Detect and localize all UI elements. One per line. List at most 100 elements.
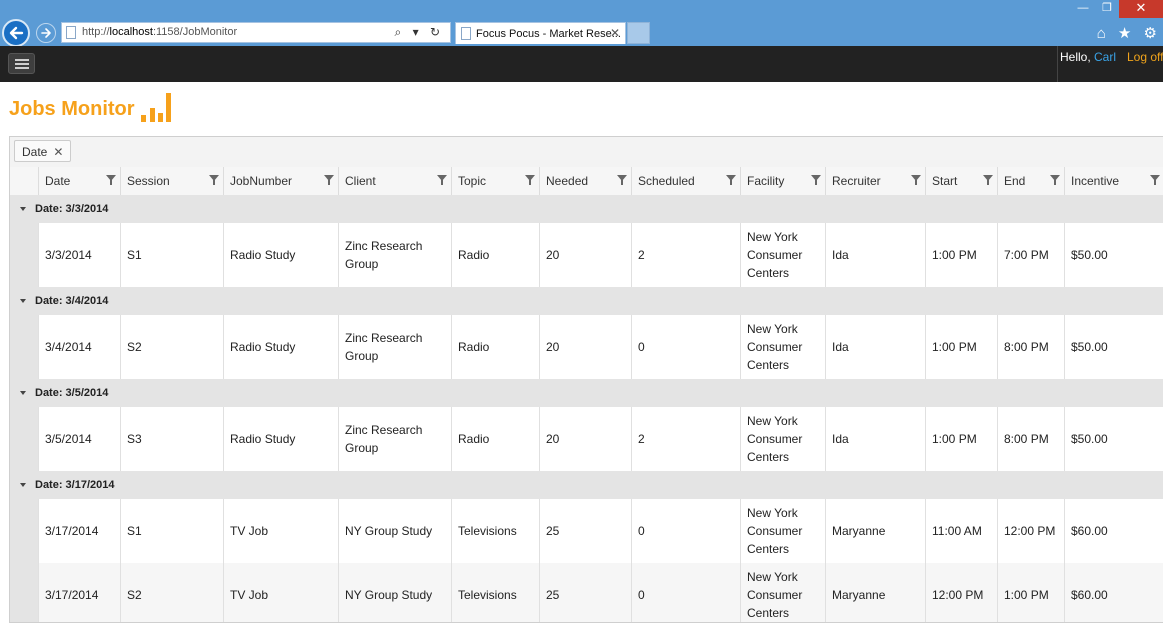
- cell-needed[interactable]: 20: [539, 407, 631, 471]
- cell-scheduled[interactable]: 2: [631, 407, 740, 471]
- cell-client[interactable]: NY Group Study: [338, 499, 451, 563]
- filter-icon[interactable]: [811, 175, 821, 185]
- filter-icon[interactable]: [983, 175, 993, 185]
- cell-end[interactable]: 8:00 PM: [997, 315, 1064, 379]
- cell-recruiter[interactable]: Maryanne: [825, 499, 925, 563]
- column-header-date[interactable]: Date: [38, 167, 120, 195]
- cell-facility[interactable]: New York Consumer Centers: [740, 315, 825, 379]
- cell-incentive[interactable]: $60.00: [1064, 499, 1163, 563]
- collapse-arrow-icon[interactable]: [20, 483, 26, 487]
- cell-date[interactable]: 3/17/2014: [38, 563, 120, 622]
- cell-client[interactable]: Zinc Research Group: [338, 223, 451, 287]
- column-header-end[interactable]: End: [997, 167, 1064, 195]
- column-header-session[interactable]: Session: [120, 167, 223, 195]
- new-tab-button[interactable]: [627, 22, 650, 44]
- user-link[interactable]: Carl: [1094, 50, 1116, 64]
- cell-end[interactable]: 12:00 PM: [997, 499, 1064, 563]
- filter-icon[interactable]: [911, 175, 921, 185]
- column-header-client[interactable]: Client: [338, 167, 451, 195]
- cell-facility[interactable]: New York Consumer Centers: [740, 407, 825, 471]
- cell-scheduled[interactable]: 0: [631, 315, 740, 379]
- cell-date[interactable]: 3/3/2014: [38, 223, 120, 287]
- column-header-start[interactable]: Start: [925, 167, 997, 195]
- cell-session[interactable]: S2: [120, 315, 223, 379]
- cell-client[interactable]: NY Group Study: [338, 563, 451, 622]
- cell-end[interactable]: 8:00 PM: [997, 407, 1064, 471]
- browser-tab[interactable]: Focus Pocus - Market Rese... ✕: [455, 22, 626, 44]
- cell-session[interactable]: S1: [120, 223, 223, 287]
- cell-facility[interactable]: New York Consumer Centers: [740, 499, 825, 563]
- cell-needed[interactable]: 25: [539, 499, 631, 563]
- home-favorites-settings-icons[interactable]: ⌂ ★ ⚙: [1097, 24, 1161, 42]
- cell-needed[interactable]: 20: [539, 223, 631, 287]
- tab-close-icon[interactable]: ✕: [610, 26, 620, 40]
- cell-topic[interactable]: Televisions: [451, 499, 539, 563]
- cell-scheduled[interactable]: 0: [631, 499, 740, 563]
- cell-session[interactable]: S3: [120, 407, 223, 471]
- column-header-scheduled[interactable]: Scheduled: [631, 167, 740, 195]
- filter-icon[interactable]: [1150, 175, 1160, 185]
- cell-jobnumber[interactable]: Radio Study: [223, 315, 338, 379]
- cell-start[interactable]: 1:00 PM: [925, 223, 997, 287]
- filter-icon[interactable]: [106, 175, 116, 185]
- collapse-arrow-icon[interactable]: [20, 207, 26, 211]
- cell-jobnumber[interactable]: Radio Study: [223, 407, 338, 471]
- cell-jobnumber[interactable]: Radio Study: [223, 223, 338, 287]
- filter-icon[interactable]: [617, 175, 627, 185]
- cell-topic[interactable]: Radio: [451, 223, 539, 287]
- menu-toggle-button[interactable]: [8, 53, 35, 74]
- filter-icon[interactable]: [726, 175, 736, 185]
- remove-group-icon[interactable]: ✕: [53, 145, 63, 159]
- filter-icon[interactable]: [525, 175, 535, 185]
- cell-incentive[interactable]: $50.00: [1064, 223, 1163, 287]
- column-header-topic[interactable]: Topic: [451, 167, 539, 195]
- cell-facility[interactable]: New York Consumer Centers: [740, 563, 825, 622]
- forward-button[interactable]: [36, 23, 56, 43]
- filter-icon[interactable]: [1050, 175, 1060, 185]
- group-header-row[interactable]: Date: 3/5/2014: [10, 379, 1163, 408]
- cell-incentive[interactable]: $50.00: [1064, 407, 1163, 471]
- cell-start[interactable]: 12:00 PM: [925, 563, 997, 622]
- address-bar[interactable]: http://localhost:1158/JobMonitor ⌕ ▾ ↻: [61, 22, 451, 43]
- back-button[interactable]: [2, 19, 30, 47]
- cell-session[interactable]: S1: [120, 499, 223, 563]
- table-row[interactable]: 3/4/2014 S2 Radio Study Zinc Research Group…: [10, 315, 1163, 380]
- group-chip-date[interactable]: Date ✕: [14, 140, 72, 162]
- group-header-row[interactable]: Date: 3/3/2014: [10, 195, 1163, 224]
- cell-facility[interactable]: New York Consumer Centers: [740, 223, 825, 287]
- filter-icon[interactable]: [209, 175, 219, 185]
- close-window-icon[interactable]: ✕: [1119, 0, 1163, 18]
- cell-date[interactable]: 3/17/2014: [38, 499, 120, 563]
- collapse-arrow-icon[interactable]: [20, 391, 26, 395]
- cell-needed[interactable]: 25: [539, 563, 631, 622]
- cell-start[interactable]: 11:00 AM: [925, 499, 997, 563]
- cell-recruiter[interactable]: Ida: [825, 315, 925, 379]
- cell-end[interactable]: 1:00 PM: [997, 563, 1064, 622]
- cell-recruiter[interactable]: Ida: [825, 407, 925, 471]
- cell-client[interactable]: Zinc Research Group: [338, 407, 451, 471]
- filter-icon[interactable]: [324, 175, 334, 185]
- column-header-incentive[interactable]: Incentive: [1064, 167, 1163, 195]
- restore-icon[interactable]: ❐: [1095, 0, 1119, 18]
- column-header-recruiter[interactable]: Recruiter: [825, 167, 925, 195]
- cell-recruiter[interactable]: Maryanne: [825, 563, 925, 622]
- cell-start[interactable]: 1:00 PM: [925, 407, 997, 471]
- cell-start[interactable]: 1:00 PM: [925, 315, 997, 379]
- app-logo[interactable]: Jobs Monitor: [9, 98, 135, 121]
- cell-jobnumber[interactable]: TV Job: [223, 499, 338, 563]
- table-row[interactable]: 3/5/2014 S3 Radio Study Zinc Research Group…: [10, 407, 1163, 472]
- group-header-row[interactable]: Date: 3/4/2014: [10, 287, 1163, 316]
- table-row[interactable]: 3/3/2014 S1 Radio Study Zinc Research Group…: [10, 223, 1163, 288]
- cell-incentive[interactable]: $60.00: [1064, 563, 1163, 622]
- cell-incentive[interactable]: $50.00: [1064, 315, 1163, 379]
- cell-scheduled[interactable]: 0: [631, 563, 740, 622]
- table-row[interactable]: 3/17/2014 S2 TV Job NY Group Study Televisio…: [10, 563, 1163, 622]
- cell-recruiter[interactable]: Ida: [825, 223, 925, 287]
- collapse-arrow-icon[interactable]: [20, 299, 26, 303]
- logoff-link[interactable]: Log off: [1127, 50, 1163, 64]
- cell-date[interactable]: 3/4/2014: [38, 315, 120, 379]
- minimize-icon[interactable]: —: [1071, 0, 1095, 18]
- table-row[interactable]: 3/17/2014 S1 TV Job NY Group Study Televisio…: [10, 499, 1163, 564]
- cell-topic[interactable]: Televisions: [451, 563, 539, 622]
- filter-icon[interactable]: [437, 175, 447, 185]
